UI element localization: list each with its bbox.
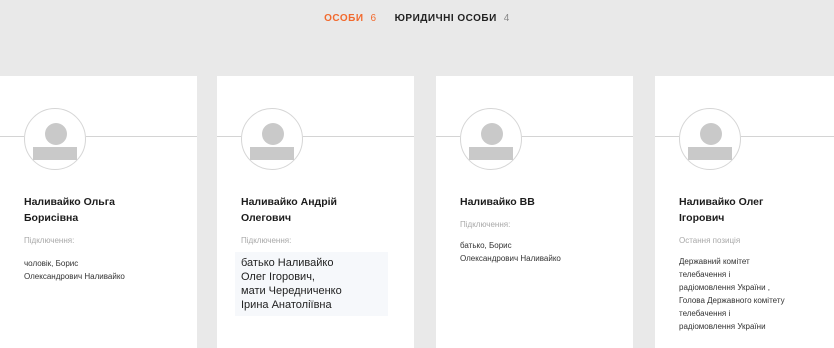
- person-name-line1: Наливайко Олег: [679, 196, 764, 208]
- connector-line: [522, 136, 633, 137]
- person-card-3[interactable]: Наливайко ВВ Підключення: батько, Борис …: [436, 76, 633, 348]
- avatar-body: [250, 147, 294, 160]
- value-line: Державний комітет: [679, 257, 750, 266]
- connector-line: [303, 136, 414, 137]
- value-line: телебачення і: [679, 309, 731, 318]
- position-label: Остання позиція: [679, 236, 741, 245]
- avatar-body: [688, 147, 732, 160]
- tab-legal-entities-count: 4: [503, 13, 510, 24]
- avatar-head: [700, 123, 722, 145]
- connector-line: [0, 136, 24, 137]
- connector-line: [436, 136, 460, 137]
- avatar-placeholder-icon: [679, 108, 741, 170]
- value-line: батько, Борис: [460, 241, 512, 250]
- person-name[interactable]: Наливайко ВВ: [460, 194, 535, 210]
- person-card-2[interactable]: Наливайко Андрій Олегович Підключення: б…: [217, 76, 414, 348]
- tabs-bar: ОСОБИ 6 ЮРИДИЧНІ ОСОБИ 4: [0, 13, 834, 24]
- person-name-line2: Борисівна: [24, 212, 79, 224]
- person-name-line1: Наливайко Ольга: [24, 196, 115, 208]
- connector-line: [217, 136, 241, 137]
- value-line: Голова Державного комітету: [679, 296, 785, 305]
- avatar-body: [469, 147, 513, 160]
- tab-persons[interactable]: ОСОБИ 6: [324, 13, 376, 24]
- value-line: чоловік, Борис: [24, 259, 79, 268]
- connection-value: чоловік, Борис Олександрович Наливайко: [24, 257, 125, 283]
- value-line: Ірина Анатоліївна: [241, 299, 332, 311]
- person-card-1[interactable]: Наливайко Ольга Борисівна Підключення: ч…: [0, 76, 197, 348]
- person-name-line2: Олегович: [241, 212, 292, 224]
- avatar-placeholder-icon: [460, 108, 522, 170]
- avatar-head: [481, 123, 503, 145]
- avatar-head: [45, 123, 67, 145]
- person-name[interactable]: Наливайко Олег Ігорович: [679, 194, 763, 226]
- connector-line: [655, 136, 679, 137]
- position-value: Державний комітет телебачення і радіомов…: [679, 255, 785, 333]
- person-name-line1: Наливайко Андрій: [241, 196, 337, 208]
- value-line: Олександрович Наливайко: [24, 272, 125, 281]
- value-line: Олег Ігорович,: [241, 271, 315, 283]
- tab-legal-entities[interactable]: ЮРИДИЧНІ ОСОБИ 4: [395, 13, 510, 24]
- person-card-4[interactable]: Наливайко Олег Ігорович Остання позиція …: [655, 76, 834, 348]
- avatar-placeholder-icon: [24, 108, 86, 170]
- person-name[interactable]: Наливайко Ольга Борисівна: [24, 194, 115, 226]
- tab-persons-count: 6: [370, 13, 377, 24]
- value-line: радіомовлення України: [679, 322, 766, 331]
- avatar-body: [33, 147, 77, 160]
- person-name[interactable]: Наливайко Андрій Олегович: [241, 194, 337, 226]
- connector-line: [86, 136, 197, 137]
- connection-label: Підключення:: [24, 236, 75, 245]
- avatar-placeholder-icon: [241, 108, 303, 170]
- connection-value: батько Наливайко Олег Ігорович, мати Чер…: [235, 252, 388, 316]
- connection-label: Підключення:: [241, 236, 292, 245]
- value-line: Олександрович Наливайко: [460, 254, 561, 263]
- value-line: батько Наливайко: [241, 257, 334, 269]
- connector-line: [741, 136, 834, 137]
- person-name-line2: Ігорович: [679, 212, 725, 224]
- value-line: телебачення і: [679, 270, 731, 279]
- tab-legal-entities-label: ЮРИДИЧНІ ОСОБИ: [394, 13, 497, 24]
- value-line: радіомовлення України ,: [679, 283, 770, 292]
- tab-persons-label: ОСОБИ: [324, 13, 364, 24]
- connection-label: Підключення:: [460, 220, 511, 229]
- value-line: мати Чередниченко: [241, 285, 342, 297]
- avatar-head: [262, 123, 284, 145]
- connection-value: батько, Борис Олександрович Наливайко: [460, 239, 561, 265]
- person-name-line1: Наливайко ВВ: [460, 196, 535, 208]
